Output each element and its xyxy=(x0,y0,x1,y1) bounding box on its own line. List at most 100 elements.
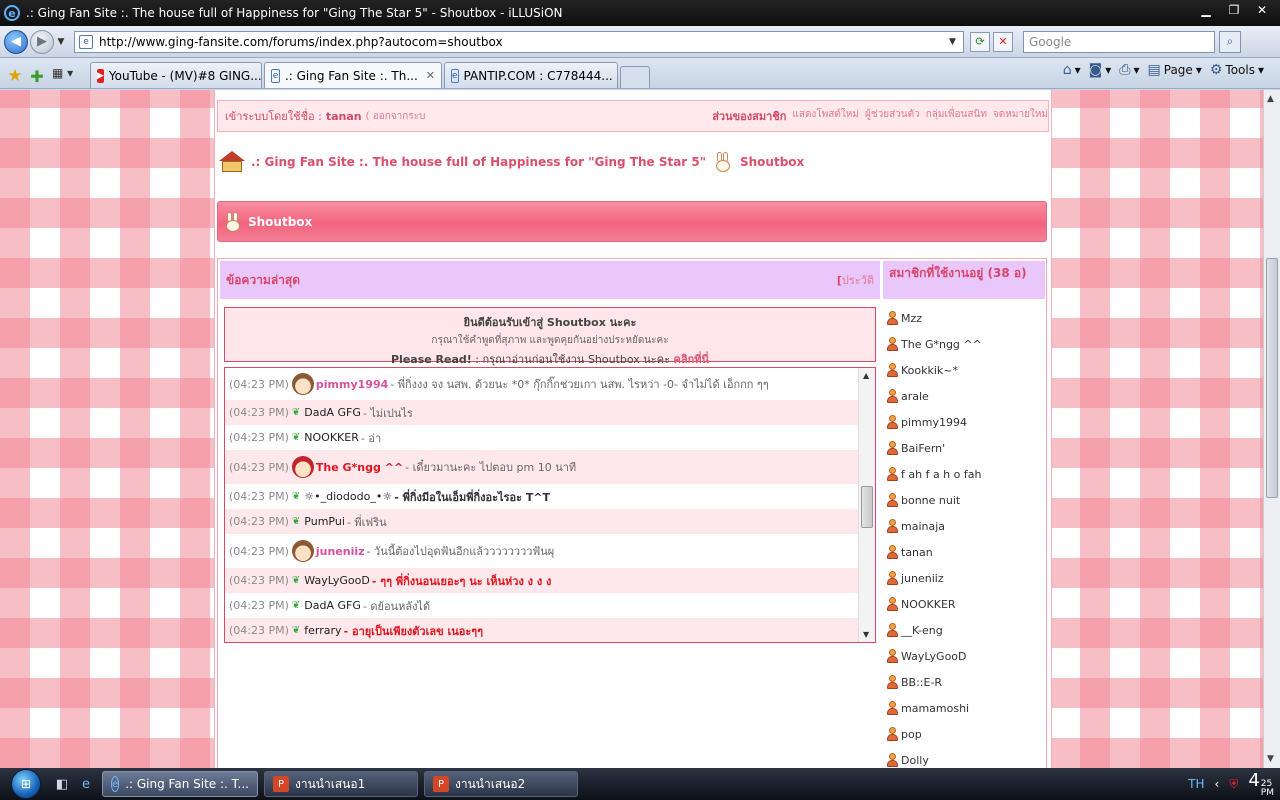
taskbar-button-presentation2[interactable]: P งานนำเสนอ2 xyxy=(424,771,578,797)
back-button[interactable]: ◀ xyxy=(4,29,28,54)
close-icon[interactable]: ✕ xyxy=(1248,0,1276,20)
message-list[interactable]: (04:23 PM) pimmy1994- พี่กิ่งงง จง นสพ. ด… xyxy=(224,367,876,643)
my-friends-link[interactable]: กลุ่มเพื่อนสนิท xyxy=(926,107,987,125)
scroll-down-icon[interactable]: ▼ xyxy=(863,630,869,639)
user-avatar-icon[interactable] xyxy=(291,456,314,478)
please-read-text: : กรุณาอ่านก่อนใช้งาน Shoutbox นะคะ xyxy=(475,353,670,366)
message-list-scrollbar[interactable]: ▲ ▼ xyxy=(858,368,875,642)
online-member[interactable]: BB::E-R xyxy=(886,669,1046,695)
online-member[interactable]: Mzz xyxy=(886,305,1046,331)
online-member[interactable]: The G*ngg ^^ xyxy=(886,331,1046,357)
welcome-subtitle: กรุณาใช้คำพูดที่สุภาพ และพูดคุยกันอย่างป… xyxy=(431,335,669,346)
online-member[interactable]: BaiFern' xyxy=(886,435,1046,461)
online-member[interactable]: juneniiz xyxy=(886,565,1046,591)
scrollbar-thumb[interactable] xyxy=(861,486,873,528)
taskbar-button-presentation1[interactable]: P งานนำเสนอ1 xyxy=(264,771,418,797)
add-favorite-icon[interactable]: ✚ xyxy=(26,64,48,88)
favorites-star-icon[interactable]: ★ xyxy=(4,64,26,88)
message-nickname[interactable]: WayLyGooD xyxy=(304,574,370,587)
new-posts-link[interactable]: แสดงโพสต์ใหม่ xyxy=(792,107,859,125)
logout-link[interactable]: ( ออกจากระบ xyxy=(366,109,426,124)
page-scrollbar[interactable]: ▲ ▼ xyxy=(1263,90,1280,768)
messages-link[interactable]: จดหมายใหม่ xyxy=(993,107,1048,125)
quick-tabs-icon[interactable]: ▦ ▾ xyxy=(52,61,88,85)
tray-expand-icon[interactable]: ‹ xyxy=(1215,777,1220,791)
clock[interactable]: 4 25 PM xyxy=(1248,770,1274,798)
history-link[interactable]: [ประวัติ xyxy=(837,271,874,289)
security-shield-icon[interactable]: ⛨ xyxy=(1229,777,1238,792)
tab-label: YouTube - (MV)#8 GING... xyxy=(108,68,262,83)
page-menu[interactable]: ▤ Page ▾ xyxy=(1148,62,1202,78)
feeds-button[interactable]: ◙ ▾ xyxy=(1089,62,1112,78)
minimize-icon[interactable]: ▁ xyxy=(1192,0,1220,20)
username-link[interactable]: tanan xyxy=(326,110,362,123)
message-nickname[interactable]: juneniiz xyxy=(316,545,365,558)
search-input[interactable]: Google xyxy=(1023,30,1215,53)
breadcrumb-current[interactable]: Shoutbox xyxy=(740,155,804,169)
message-nickname[interactable]: DadA GFG xyxy=(304,599,361,612)
online-member[interactable]: mainaja xyxy=(886,513,1046,539)
user-avatar-icon[interactable] xyxy=(291,373,314,395)
breadcrumb-site-link[interactable]: .: Ging Fan Site :. The house full of Ha… xyxy=(251,155,706,169)
online-member-name: arale xyxy=(901,389,929,403)
scroll-up-icon[interactable]: ▲ xyxy=(863,371,869,380)
show-desktop-icon[interactable]: ◧ xyxy=(52,774,72,794)
message-nickname[interactable]: The G*ngg ^^ xyxy=(316,461,403,474)
new-tab-button[interactable] xyxy=(620,66,650,88)
message-text: - พี่กิ่งงง จง นสพ. ด้วยนะ *0* กุ๊กกิ๊กช… xyxy=(390,378,769,391)
online-member[interactable]: mamamoshi xyxy=(886,695,1046,721)
message-nickname[interactable]: pimmy1994 xyxy=(316,378,388,391)
home-button[interactable]: ⌂ ▾ xyxy=(1063,62,1081,78)
refresh-button[interactable]: ⟳ xyxy=(970,31,990,52)
scroll-down-icon[interactable]: ▼ xyxy=(1267,754,1274,764)
online-member[interactable]: f ah f a h o fah xyxy=(886,461,1046,487)
stop-button[interactable]: ✕ xyxy=(993,31,1013,52)
please-read-label: Please Read! xyxy=(390,353,472,366)
message-nickname[interactable]: ferrary xyxy=(304,624,341,637)
search-button[interactable]: ⌕ xyxy=(1219,30,1241,53)
tools-menu[interactable]: ⚙ Tools ▾ xyxy=(1210,62,1264,78)
language-indicator[interactable]: TH xyxy=(1188,777,1204,791)
forum-page: เข้าระบบโดยใช้ชื่อ : tanan ( ออกจากระบ ส… xyxy=(214,90,1052,768)
sprout-icon: ❦ xyxy=(291,516,301,527)
online-member[interactable]: bonne nuit xyxy=(886,487,1046,513)
message-nickname[interactable]: DadA GFG xyxy=(304,406,361,419)
online-member[interactable]: __K-eng xyxy=(886,617,1046,643)
tab-ging-fan-site[interactable]: e .: Ging Fan Site :. Th... ✕ xyxy=(264,62,442,88)
restore-icon[interactable]: ❐ xyxy=(1220,0,1248,20)
start-button[interactable]: ⊞ xyxy=(4,768,48,800)
online-member[interactable]: NOOKKER xyxy=(886,591,1046,617)
print-button[interactable]: ⎙ ▾ xyxy=(1119,62,1139,78)
ie-quicklaunch-icon[interactable]: e xyxy=(76,774,96,794)
clock-hour: 4 xyxy=(1248,770,1260,791)
online-member[interactable]: pimmy1994 xyxy=(886,409,1046,435)
page-scrollbar-thumb[interactable] xyxy=(1266,258,1278,498)
tab-pantip[interactable]: e PANTIP.COM : C778444... xyxy=(444,62,618,88)
recent-pages-dropdown-icon[interactable]: ▼ xyxy=(54,37,68,47)
url-input[interactable]: e http://www.ging-fansite.com/forums/ind… xyxy=(74,30,964,53)
message-row: (04:23 PM) ❦ NOOKKER - อ่า xyxy=(225,425,858,450)
online-member[interactable]: tanan xyxy=(886,539,1046,565)
url-dropdown-icon[interactable]: ▼ xyxy=(949,37,963,47)
shoutbox-panel: ข้อความล่าสุด [ประวัติ สมาชิกที่ใช้งานอย… xyxy=(217,258,1047,768)
welcome-read-line: Please Read! : กรุณาอ่านก่อนใช้งาน Shout… xyxy=(225,350,875,368)
my-controls-link[interactable]: ส่วนของสมาชิก xyxy=(712,107,786,125)
online-member[interactable]: Dolly xyxy=(886,747,1046,768)
forward-button[interactable]: ▶ xyxy=(30,29,54,54)
tab-youtube[interactable]: ▶ YouTube - (MV)#8 GING... xyxy=(90,62,262,88)
my-assistant-link[interactable]: ผู้ช่วยส่วนตัว xyxy=(865,107,920,125)
scroll-up-icon[interactable]: ▲ xyxy=(1267,94,1274,104)
message-nickname[interactable]: NOOKKER xyxy=(304,431,359,444)
user-avatar-icon[interactable] xyxy=(291,540,314,562)
online-member[interactable]: arale xyxy=(886,383,1046,409)
online-member[interactable]: Kookkik~* xyxy=(886,357,1046,383)
online-member[interactable]: WayLyGooD xyxy=(886,643,1046,669)
taskbar-button-browser[interactable]: e .: Ging Fan Site :. T... xyxy=(102,771,258,797)
message-nickname[interactable]: ☼•_diododo_•☼ xyxy=(304,490,392,503)
url-text[interactable]: http://www.ging-fansite.com/forums/index… xyxy=(99,35,949,49)
tab-close-icon[interactable]: ✕ xyxy=(426,69,435,82)
online-member[interactable]: pop xyxy=(886,721,1046,747)
message-nickname[interactable]: PumPui xyxy=(304,515,345,528)
click-here-link[interactable]: คลิกที่นี่ xyxy=(673,353,709,366)
user-icon xyxy=(886,337,898,351)
